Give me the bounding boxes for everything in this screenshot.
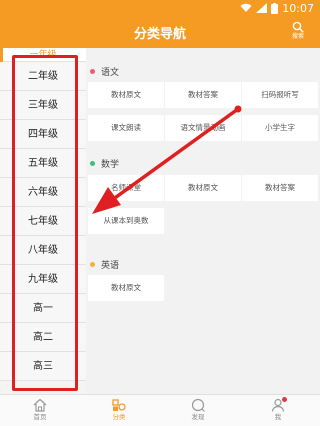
search-button[interactable]: 搜索 bbox=[284, 20, 312, 44]
tab-profile[interactable]: 我 bbox=[258, 397, 298, 425]
battery-icon bbox=[271, 2, 279, 14]
sidebar-item-grade-5[interactable]: 五年级 bbox=[0, 149, 86, 178]
notification-badge bbox=[282, 397, 287, 402]
tab-label: 发现 bbox=[191, 413, 205, 421]
sidebar-item-senior-1[interactable]: 高一 bbox=[0, 294, 86, 323]
tab-label: 分类 bbox=[112, 413, 126, 421]
discover-icon bbox=[191, 398, 205, 412]
cell-math-textbook-text[interactable]: 教材原文 bbox=[165, 175, 241, 201]
page-title: 分类导航 bbox=[133, 27, 186, 42]
section-label: 英语 bbox=[101, 260, 120, 271]
cell-chinese-scan-dictation[interactable]: 扫码报听写 bbox=[242, 82, 318, 108]
section-title-math: 数学 bbox=[90, 156, 119, 170]
section-title-chinese: 语文 bbox=[90, 64, 119, 78]
sidebar-item-grade-1[interactable]: 一年级 bbox=[0, 48, 86, 62]
sidebar-item-grade-2[interactable]: 二年级 bbox=[0, 62, 86, 91]
wifi-icon bbox=[240, 3, 252, 12]
category-content: 语文 教材原文 教材答案 扫码报听写 课文朗读 语文情景动画 小学生字 数学 名… bbox=[86, 48, 320, 394]
cell-english-textbook-text[interactable]: 教材原文 bbox=[88, 275, 164, 301]
category-icon bbox=[112, 399, 126, 411]
sidebar-item-grade-4[interactable]: 四年级 bbox=[0, 120, 86, 149]
home-icon bbox=[33, 398, 47, 412]
tab-discover[interactable]: 发现 bbox=[178, 397, 218, 425]
status-bar: 10:07 bbox=[0, 0, 320, 16]
sidebar-item-grade-8[interactable]: 八年级 bbox=[0, 236, 86, 265]
sidebar-item-senior-2[interactable]: 高二 bbox=[0, 323, 86, 352]
sidebar-item-grade-6[interactable]: 六年级 bbox=[0, 178, 86, 207]
tab-label: 首页 bbox=[33, 413, 47, 421]
section-label: 数学 bbox=[101, 159, 120, 170]
sidebar-item-senior-3[interactable]: 高三 bbox=[0, 352, 86, 381]
cell-math-textbook-answer[interactable]: 教材答案 bbox=[242, 175, 318, 201]
cell-chinese-textbook-text[interactable]: 教材原文 bbox=[88, 82, 164, 108]
grade-sidebar[interactable]: 一年级 二年级 三年级 四年级 五年级 六年级 七年级 八年级 九年级 高一 高… bbox=[0, 48, 86, 394]
sidebar-item-grade-3[interactable]: 三年级 bbox=[0, 91, 86, 120]
selected-indicator bbox=[0, 48, 3, 62]
cell-math-olympiad[interactable]: 从课本到奥数 bbox=[88, 208, 164, 234]
cell-chinese-animation[interactable]: 语文情景动画 bbox=[165, 115, 241, 141]
section-title-english: 英语 bbox=[90, 257, 119, 271]
cell-chinese-characters[interactable]: 小学生字 bbox=[242, 115, 318, 141]
section-dot bbox=[90, 68, 95, 74]
signal-icon bbox=[256, 3, 268, 13]
section-dot bbox=[90, 160, 95, 166]
tab-category[interactable]: 分类 bbox=[99, 397, 139, 425]
search-label: 搜索 bbox=[291, 33, 304, 40]
cell-chinese-textbook-answer[interactable]: 教材答案 bbox=[165, 82, 241, 108]
bottom-tab-bar: 首页 分类 发现 我 bbox=[0, 394, 320, 426]
sidebar-item-grade-7[interactable]: 七年级 bbox=[0, 207, 86, 236]
tab-home[interactable]: 首页 bbox=[20, 397, 60, 425]
section-dot bbox=[90, 261, 95, 267]
tab-label: 我 bbox=[274, 413, 282, 421]
section-label: 语文 bbox=[101, 67, 120, 78]
status-time: 10:07 bbox=[282, 1, 314, 15]
search-icon bbox=[292, 21, 304, 33]
cell-chinese-reading[interactable]: 课文朗读 bbox=[88, 115, 164, 141]
cell-math-teacher-class[interactable]: 名师课堂 bbox=[88, 175, 164, 201]
header: 分类导航 搜索 bbox=[0, 16, 320, 48]
sidebar-item-grade-9[interactable]: 九年级 bbox=[0, 265, 86, 294]
